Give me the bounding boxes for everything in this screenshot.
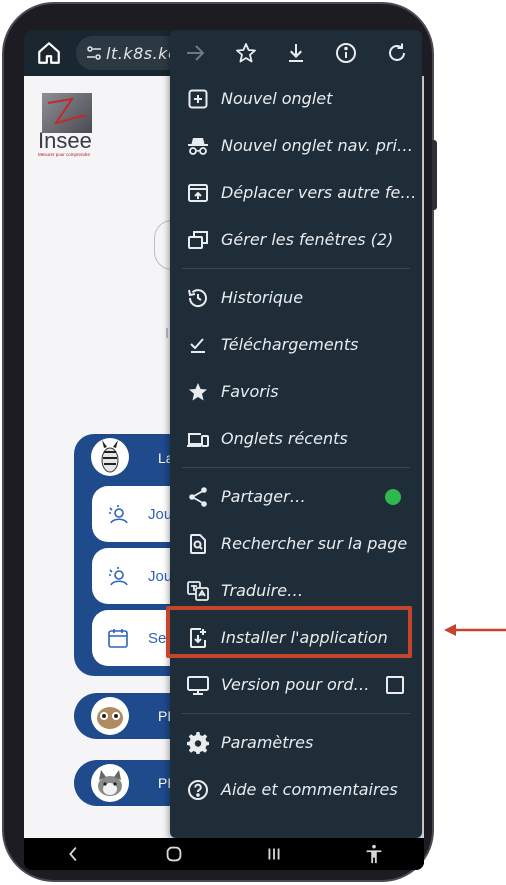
downloads-check-icon bbox=[190, 338, 205, 353]
annotation-arrow-icon bbox=[444, 624, 506, 636]
accessibility-icon[interactable] bbox=[363, 843, 385, 865]
menu-item-bookmarks[interactable]: Favoris bbox=[170, 369, 422, 415]
menu-item-recent-tabs[interactable]: Onglets récents bbox=[170, 416, 422, 462]
menu-item-incognito-tab[interactable]: Nouvel onglet nav. pri… bbox=[170, 123, 422, 169]
install-app-highlight bbox=[166, 606, 412, 658]
menu-item-label: Rechercher sur la page bbox=[221, 534, 408, 553]
menu-item-label: Gérer les fenêtres (2) bbox=[221, 230, 394, 249]
site-settings-icon[interactable] bbox=[86, 45, 102, 61]
menu-item-label: Aide et commentaires bbox=[221, 780, 398, 799]
star-icon bbox=[189, 383, 207, 401]
forward-arrow-icon[interactable] bbox=[183, 41, 207, 65]
menu-divider bbox=[182, 467, 410, 468]
recents-icon[interactable] bbox=[263, 843, 285, 865]
star-icon[interactable] bbox=[234, 41, 258, 65]
menu-item-label: Nouvel onglet bbox=[221, 89, 333, 108]
menu-item-label: Historique bbox=[221, 288, 304, 307]
menu-item-label: Version pour ord… bbox=[221, 675, 370, 694]
logo-tagline: Mesurer pour comprendre bbox=[38, 152, 91, 157]
devices-icon bbox=[187, 433, 209, 447]
phone-frame: lt.k8s.ke Insee Mesurer pour comprendre … bbox=[2, 2, 434, 882]
info-icon[interactable] bbox=[334, 41, 358, 65]
move-window-icon bbox=[188, 184, 208, 202]
menu-item-help[interactable]: Aide et commentaires bbox=[170, 767, 422, 813]
logo-text: Insee bbox=[38, 128, 92, 153]
home-nav-icon[interactable] bbox=[163, 843, 185, 865]
menu-item-label: Partager… bbox=[221, 487, 306, 506]
menu-item-desktop-site[interactable]: Version pour ord… bbox=[170, 662, 422, 708]
cat-avatar bbox=[91, 764, 129, 802]
menu-item-move-window[interactable]: Déplacer vers autre fe… bbox=[170, 170, 422, 216]
menu-item-share[interactable]: Partager… bbox=[170, 474, 422, 520]
insee-logo-mark bbox=[42, 93, 92, 133]
sun-person-icon bbox=[109, 505, 128, 524]
download-icon[interactable] bbox=[284, 41, 308, 65]
windows-icon bbox=[188, 231, 208, 249]
menu-item-settings[interactable]: Paramètres bbox=[170, 720, 422, 766]
menu-item-downloads[interactable]: Téléchargements bbox=[170, 322, 422, 368]
refresh-icon[interactable] bbox=[385, 41, 409, 65]
browser-overflow-menu: Nouvel onglet Nouvel onglet nav. pri… Dé… bbox=[170, 30, 422, 838]
menu-item-label: Onglets récents bbox=[221, 429, 348, 448]
card-label: Jou bbox=[148, 506, 173, 523]
home-icon[interactable] bbox=[36, 40, 62, 66]
url-text: lt.k8s.ke bbox=[106, 44, 179, 63]
calendar-icon bbox=[108, 629, 128, 648]
card-label: Jou bbox=[148, 568, 173, 585]
translate-icon bbox=[187, 581, 209, 601]
menu-divider bbox=[182, 713, 410, 714]
plus-square-icon bbox=[188, 89, 208, 109]
menu-item-label: Déplacer vers autre fe… bbox=[221, 183, 417, 202]
gear-icon bbox=[187, 732, 209, 754]
owl-avatar bbox=[91, 697, 129, 735]
menu-item-label: Nouvel onglet nav. pri… bbox=[221, 136, 413, 155]
menu-item-find-in-page[interactable]: Rechercher sur la page bbox=[170, 521, 422, 567]
desktop-icon bbox=[187, 676, 209, 695]
menu-divider bbox=[182, 268, 410, 269]
menu-item-label: Téléchargements bbox=[221, 335, 359, 354]
share-icon bbox=[189, 487, 207, 507]
menu-item-manage-windows[interactable]: Gérer les fenêtres (2) bbox=[170, 217, 422, 263]
sun-person-icon bbox=[109, 567, 128, 586]
find-in-page-icon bbox=[190, 534, 206, 554]
back-icon[interactable] bbox=[63, 843, 85, 865]
menu-item-history[interactable]: Historique bbox=[170, 275, 422, 321]
menu-item-label: Traduire… bbox=[221, 581, 304, 600]
zebra-avatar bbox=[91, 438, 129, 476]
incognito-icon bbox=[188, 138, 208, 155]
desktop-site-checkbox[interactable] bbox=[386, 676, 404, 694]
menu-item-new-tab[interactable]: Nouvel onglet bbox=[170, 76, 422, 122]
side-button bbox=[432, 140, 437, 210]
system-nav-bar bbox=[24, 838, 424, 870]
menu-item-label: Paramètres bbox=[221, 733, 314, 752]
history-icon bbox=[188, 289, 207, 308]
screen: lt.k8s.ke Insee Mesurer pour comprendre … bbox=[24, 30, 424, 870]
menu-item-label: Favoris bbox=[221, 382, 279, 401]
help-icon bbox=[188, 780, 208, 800]
whatsapp-icon[interactable] bbox=[385, 489, 401, 505]
menu-top-actions bbox=[170, 30, 422, 76]
